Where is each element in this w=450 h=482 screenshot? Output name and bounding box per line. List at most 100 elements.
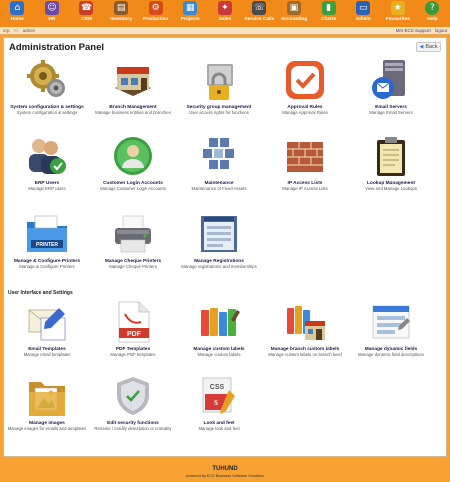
admin-panel: Administration Panel ◀ Back System config… bbox=[3, 37, 447, 457]
breadcrumb-home-link[interactable]: erp bbox=[3, 28, 10, 33]
user-name: Mrs ECS Support bbox=[395, 28, 431, 33]
nav-charts[interactable]: ▮ Charts bbox=[311, 0, 346, 27]
tile-description: Manage email templates bbox=[23, 352, 71, 357]
tile-manage-images[interactable]: Manage images Manage images for emails a… bbox=[4, 374, 90, 431]
tile-cheque-printers[interactable]: Manage Cheque Printers Manage Cheque Pri… bbox=[90, 212, 176, 269]
nav-accounting[interactable]: ▣ Accounting bbox=[277, 0, 312, 27]
tile-description: Manage IP Access Lists bbox=[282, 186, 328, 191]
service-calls-icon: ☏ bbox=[252, 1, 267, 15]
tile-maintenance[interactable]: Maintenance Maintenance of Fixed Assets bbox=[176, 134, 262, 191]
tile-description: Manage PDF templates bbox=[110, 352, 156, 357]
accounting-icon: ▣ bbox=[287, 1, 302, 15]
footer-brand: TUHUND bbox=[212, 466, 238, 472]
users-icon bbox=[25, 134, 69, 178]
charts-icon: ▮ bbox=[321, 1, 336, 15]
tile-custom-labels[interactable]: Manage custom labels Manage custom label… bbox=[176, 300, 262, 357]
tile-look-and-feel[interactable]: CSS S Look and feel Manage look and feel bbox=[176, 374, 262, 431]
tile-approval-rules[interactable]: Approval Rules Manage Approval Rules bbox=[262, 58, 348, 115]
nav-crm[interactable]: ☎ CRM bbox=[69, 0, 104, 27]
tile-customer-login-accounts[interactable]: Customer Login Accounts Manage Customer … bbox=[90, 134, 176, 191]
logout-link[interactable]: logout bbox=[435, 28, 447, 33]
tile-description: Manage Email Servers bbox=[369, 110, 413, 115]
tile-description: Manage & Configure Printers bbox=[19, 264, 75, 269]
nav-inventory[interactable]: ▤ Inventory bbox=[104, 0, 139, 27]
nav-production[interactable]: ⚙ Production bbox=[138, 0, 173, 27]
nav-label: Charts bbox=[321, 17, 337, 22]
nav-label: Accounting bbox=[280, 17, 308, 22]
branch-building-icon bbox=[111, 58, 155, 102]
css-icon: CSS S bbox=[197, 374, 241, 418]
footer-powered-by: powered by ECS Business Software Solutio… bbox=[186, 474, 264, 478]
nav-label: Sales bbox=[218, 17, 232, 22]
back-label: Back bbox=[425, 44, 438, 50]
admin-icon: ▭ bbox=[356, 1, 371, 15]
tile-registrations[interactable]: Manage Registrations Manage registration… bbox=[176, 212, 262, 269]
tile-description: System configuration & settings bbox=[16, 110, 78, 115]
branch-labels-icon bbox=[283, 300, 327, 344]
footer: TUHUND powered by ECS Business Software … bbox=[0, 462, 450, 482]
email-template-icon bbox=[25, 300, 69, 344]
tile-pdf-templates[interactable]: PDF PDF Templates Manage PDF templates bbox=[90, 300, 176, 357]
css-text: CSS bbox=[210, 384, 225, 391]
tile-email-servers[interactable]: Email Servers Manage Email Servers bbox=[348, 58, 434, 115]
pdf-document-icon: PDF bbox=[111, 300, 155, 344]
nav-admin[interactable]: ▭ Admin bbox=[346, 0, 381, 27]
nav-hr[interactable]: ☺ HR bbox=[35, 0, 70, 27]
breadcrumb-separator: >> bbox=[13, 28, 19, 33]
tile-description: View and Manage Lookups bbox=[365, 186, 417, 191]
home-icon: ⌂ bbox=[10, 1, 25, 15]
tile-email-templates[interactable]: Email Templates Manage email templates bbox=[4, 300, 90, 357]
crm-icon: ☎ bbox=[79, 1, 94, 15]
tile-description: Maintenance of Fixed Assets bbox=[191, 186, 247, 191]
nav-label: Service Calls bbox=[244, 17, 275, 22]
tile-description: Manage ERP users bbox=[28, 186, 66, 191]
tile-system-configuration[interactable]: System configuration & settings System c… bbox=[4, 58, 90, 115]
nav-label: Help bbox=[427, 17, 438, 22]
cheque-printer-icon bbox=[111, 212, 155, 256]
nav-sales[interactable]: ✦ Sales bbox=[208, 0, 243, 27]
people-icon: ☺ bbox=[44, 1, 59, 15]
nav-label: Inventory bbox=[110, 17, 132, 22]
tile-description: Manage Approval Rules bbox=[282, 110, 328, 115]
tile-lookup-management[interactable]: Lookup Management View and Manage Lookup… bbox=[348, 134, 434, 191]
tile-security-functions[interactable]: Edit security functions Rename / modify … bbox=[90, 374, 176, 431]
tile-ip-access-lists[interactable]: IP Access Lists Manage IP Access Lists bbox=[262, 134, 348, 191]
tile-description: Manage images for emails and templates bbox=[7, 426, 87, 431]
nav-projects[interactable]: ▦ Projects bbox=[173, 0, 208, 27]
images-folder-icon bbox=[25, 374, 69, 418]
nav-home[interactable]: ⌂ Home bbox=[0, 0, 35, 27]
tile-description: Manage business entities and branches bbox=[95, 110, 171, 115]
favourites-icon: ★ bbox=[390, 1, 405, 15]
shield-icon bbox=[111, 374, 155, 418]
top-navigation: ⌂ Home ☺ HR ☎ CRM ▤ Inventory ⚙ Production ▦ P… bbox=[0, 0, 450, 27]
padlock-icon bbox=[197, 58, 241, 102]
nav-label: Production bbox=[143, 17, 169, 22]
nav-label: Home bbox=[10, 17, 24, 22]
tile-dynamic-fields[interactable]: Manage dynamic fields Manage dynamic fie… bbox=[348, 300, 434, 357]
tile-branch-management[interactable]: Branch Management Manage business entiti… bbox=[90, 58, 176, 115]
back-button[interactable]: ◀ Back bbox=[416, 42, 441, 52]
pdf-text: PDF bbox=[127, 331, 142, 338]
tile-description: Manage Customer Login Accounts bbox=[100, 186, 166, 191]
nav-favourites[interactable]: ★ Favourites bbox=[381, 0, 416, 27]
breadcrumb-current[interactable]: admin bbox=[23, 28, 35, 33]
tile-description: Manage look and feel bbox=[198, 426, 240, 431]
svg-text:S: S bbox=[214, 399, 218, 407]
firewall-icon bbox=[283, 134, 327, 178]
tile-printers[interactable]: PRINTER Manage & Configure Printers Mana… bbox=[4, 212, 90, 269]
tile-erp-users[interactable]: ERP Users Manage ERP users bbox=[4, 134, 90, 191]
nav-label: CRM bbox=[81, 17, 92, 22]
customer-account-icon bbox=[111, 134, 155, 178]
tile-description: Manage custom labels on branch level bbox=[268, 352, 342, 357]
nav-help[interactable]: ? Help bbox=[415, 0, 450, 27]
tile-description: Manage registrations and memberships bbox=[181, 264, 257, 269]
tile-branch-custom-labels[interactable]: Manage branch custom labels Manage custo… bbox=[262, 300, 348, 357]
nav-service-calls[interactable]: ☏ Service Calls bbox=[242, 0, 277, 27]
help-icon: ? bbox=[425, 1, 440, 15]
tile-description: Rename / modify description or criticali… bbox=[94, 426, 172, 431]
printer-folder-icon: PRINTER bbox=[25, 212, 69, 256]
tile-security-group[interactable]: Security group management User access ri… bbox=[176, 58, 262, 115]
tile-description: Manage dynamic field descriptions bbox=[358, 352, 424, 357]
tile-description: Manage custom labels bbox=[197, 352, 241, 357]
back-arrow-icon: ◀ bbox=[419, 44, 424, 50]
